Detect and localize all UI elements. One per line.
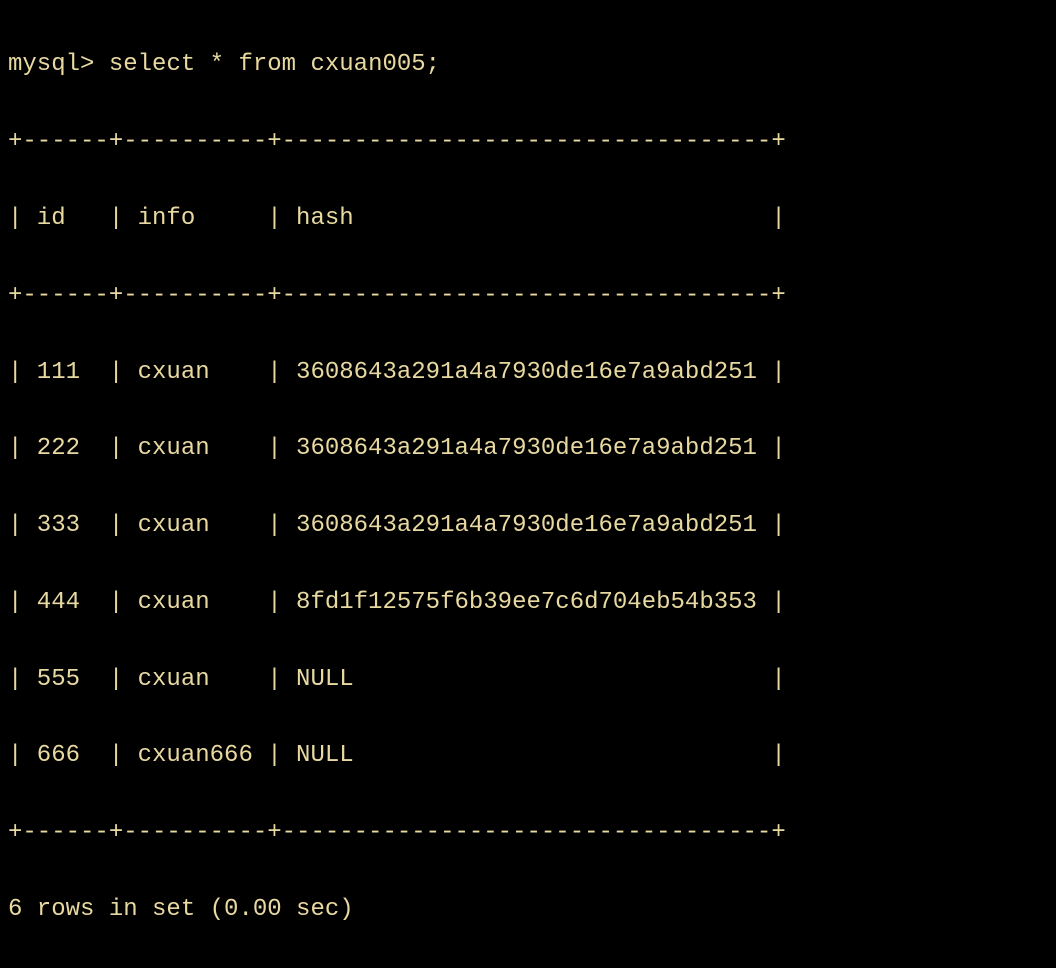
table-header: | id | info | hash | [8, 200, 1048, 238]
table-row: | 444 | cxuan | 8fd1f12575f6b39ee7c6d704… [8, 584, 1048, 622]
table-row: | 222 | cxuan | 3608643a291a4a7930de16e7… [8, 430, 1048, 468]
table-border-mid: +------+----------+---------------------… [8, 277, 1048, 315]
table-border-top: +------+----------+---------------------… [8, 123, 1048, 161]
command-line: mysql> select * from cxuan005; [8, 46, 1048, 84]
mysql-terminal[interactable]: mysql> select * from cxuan005; +------+-… [8, 8, 1048, 968]
table-row: | 555 | cxuan | NULL | [8, 661, 1048, 699]
mysql-prompt: mysql> [8, 51, 109, 78]
table-row: | 666 | cxuan666 | NULL | [8, 737, 1048, 775]
query-status: 6 rows in set (0.00 sec) [8, 891, 1048, 929]
table-row: | 111 | cxuan | 3608643a291a4a7930de16e7… [8, 354, 1048, 392]
table-border-bottom: +------+----------+---------------------… [8, 814, 1048, 852]
table-row: | 333 | cxuan | 3608643a291a4a7930de16e7… [8, 507, 1048, 545]
sql-query: select * from cxuan005; [109, 51, 440, 78]
